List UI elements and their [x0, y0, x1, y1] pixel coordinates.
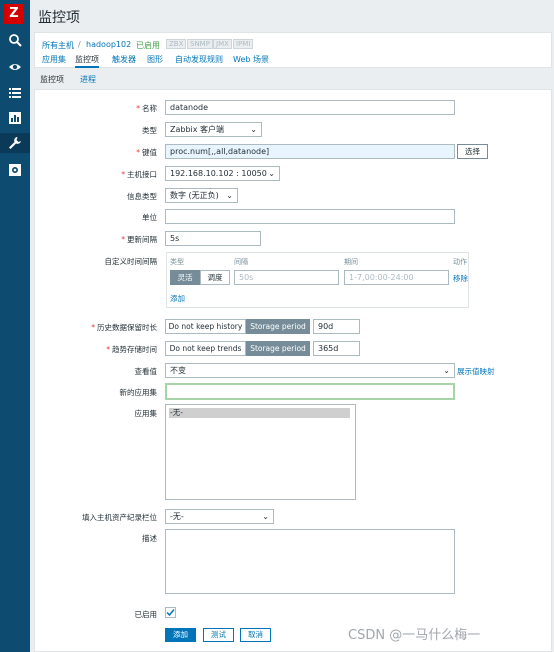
interval-type-flexible[interactable]: 灵活 [170, 270, 200, 285]
chevron-down-icon: ⌄ [262, 512, 269, 521]
custom-intervals-table: 类型 间隔 期间 动作 灵活 调度 50s 1-7,00:00-24:00 移除… [166, 252, 469, 308]
subnav-discovery[interactable]: 自动发现规则 [175, 54, 223, 65]
search-icon[interactable] [4, 30, 26, 50]
breadcrumb-all-hosts[interactable]: 所有主机 [42, 40, 74, 51]
col-period-header: 期间 [344, 258, 358, 266]
availability-zbx: ZBX [166, 39, 187, 49]
show-valuemap-link[interactable]: 展示值映射 [457, 366, 495, 377]
history-no-keep[interactable]: Do not keep history [165, 319, 246, 334]
remove-interval-link[interactable]: 移除 [453, 273, 468, 284]
enabled-label: 已启用 [134, 610, 158, 619]
zabbix-logo[interactable]: Z [4, 4, 24, 24]
eye-icon[interactable] [4, 57, 26, 77]
chevron-down-icon: ⌄ [268, 169, 275, 178]
applications-label: 应用集 [134, 409, 158, 418]
name-label: * 名称 [136, 104, 157, 113]
inventory-select[interactable]: -无- ⌄ [165, 509, 274, 524]
type-select[interactable]: Zabbix 客户端 ⌄ [165, 122, 262, 137]
interval-type-scheduling[interactable]: 调度 [200, 270, 230, 285]
key-select-button[interactable]: 选择 [457, 144, 488, 159]
history-label: * 历史数据保留时长 [91, 323, 157, 332]
interval-input[interactable]: 50s [234, 270, 339, 285]
col-type-header: 类型 [170, 258, 184, 266]
period-input[interactable]: 1-7,00:00-24:00 [344, 270, 449, 285]
history-input[interactable]: 90d [313, 319, 360, 334]
applications-listbox[interactable]: -无- [165, 404, 356, 500]
subnav-applications[interactable]: 应用集 [42, 54, 66, 65]
availability-ipmi: IPMI [233, 39, 254, 49]
gear-icon[interactable] [4, 160, 26, 180]
breadcrumb-host[interactable]: hadoop102 [86, 40, 131, 49]
units-label: 单位 [142, 213, 157, 222]
breadcrumb-separator: / [78, 40, 81, 49]
csdn-watermark: CSDN @一马什么梅一 [348, 628, 481, 643]
history-storage-period[interactable]: Storage period [246, 319, 310, 334]
chevron-down-icon: ⌄ [250, 125, 257, 134]
interface-label: * 主机接口 [121, 170, 157, 179]
key-label: * 键值 [136, 148, 157, 157]
units-input[interactable] [165, 209, 455, 224]
valuemap-label: 查看值 [134, 367, 158, 376]
application-option[interactable]: -无- [169, 408, 350, 418]
add-button[interactable]: 添加 [165, 628, 196, 642]
info-type-select[interactable]: 数字 (无正负) ⌄ [165, 188, 238, 203]
new-application-label: 新的应用集 [119, 388, 158, 397]
info-type-label: 信息类型 [127, 192, 157, 201]
update-interval-input[interactable]: 5s [165, 231, 261, 246]
col-interval-header: 间隔 [234, 258, 248, 266]
valuemap-select[interactable]: 不变 ⌄ [165, 363, 455, 378]
availability-jmx: JMX [213, 39, 232, 49]
subnav-graphs[interactable]: 图形 [147, 54, 163, 65]
enabled-checkbox[interactable] [165, 607, 176, 618]
col-action-header: 动作 [453, 258, 467, 266]
page-title: 监控项 [38, 10, 80, 26]
subnav-triggers[interactable]: 触发器 [112, 54, 136, 65]
item-form: * 名称 datanode 类型 Zabbix 客户端 ⌄ * 键值 proc.num… [34, 89, 552, 652]
form-tabs: 监控项 进程 [34, 72, 552, 91]
host-navigation: 所有主机 / hadoop102 已启用 ZBX SNMP JMX IPMI 应… [34, 32, 552, 68]
availability-snmp: SNMP [187, 39, 213, 49]
description-textarea[interactable] [165, 529, 455, 594]
subnav-items[interactable]: 监控项 [75, 54, 99, 68]
inventory-label: 填入主机资产纪录栏位 [82, 513, 157, 522]
tab-process[interactable]: 进程 [80, 74, 96, 85]
chevron-down-icon: ⌄ [443, 366, 450, 375]
type-label: 类型 [142, 126, 157, 135]
list-icon[interactable] [4, 83, 26, 103]
description-label: 描述 [142, 534, 157, 543]
custom-intervals-label: 自定义时间间隔 [104, 257, 158, 266]
trends-input[interactable]: 365d [313, 341, 360, 356]
sidebar: Z [0, 0, 30, 652]
subnav-web[interactable]: Web 场景 [233, 54, 269, 65]
check-icon [166, 609, 175, 617]
trends-storage-period[interactable]: Storage period [246, 341, 310, 356]
wrench-icon[interactable] [0, 133, 30, 153]
new-application-input[interactable] [165, 383, 455, 400]
name-input[interactable]: datanode [165, 100, 455, 115]
host-status[interactable]: 已启用 [136, 40, 160, 51]
cancel-button[interactable]: 取消 [240, 628, 271, 642]
test-button[interactable]: 测试 [203, 628, 234, 642]
update-interval-label: * 更新间隔 [121, 235, 157, 244]
add-interval-link[interactable]: 添加 [170, 293, 185, 304]
key-input[interactable]: proc.num[,,all,datanode] [165, 144, 455, 159]
interface-select[interactable]: 192.168.10.102 : 10050 ⌄ [165, 166, 280, 181]
chart-icon[interactable] [4, 108, 26, 128]
trends-no-keep[interactable]: Do not keep trends [165, 341, 246, 356]
trends-label: * 趋势存储时间 [106, 345, 157, 354]
chevron-down-icon: ⌄ [226, 191, 233, 200]
